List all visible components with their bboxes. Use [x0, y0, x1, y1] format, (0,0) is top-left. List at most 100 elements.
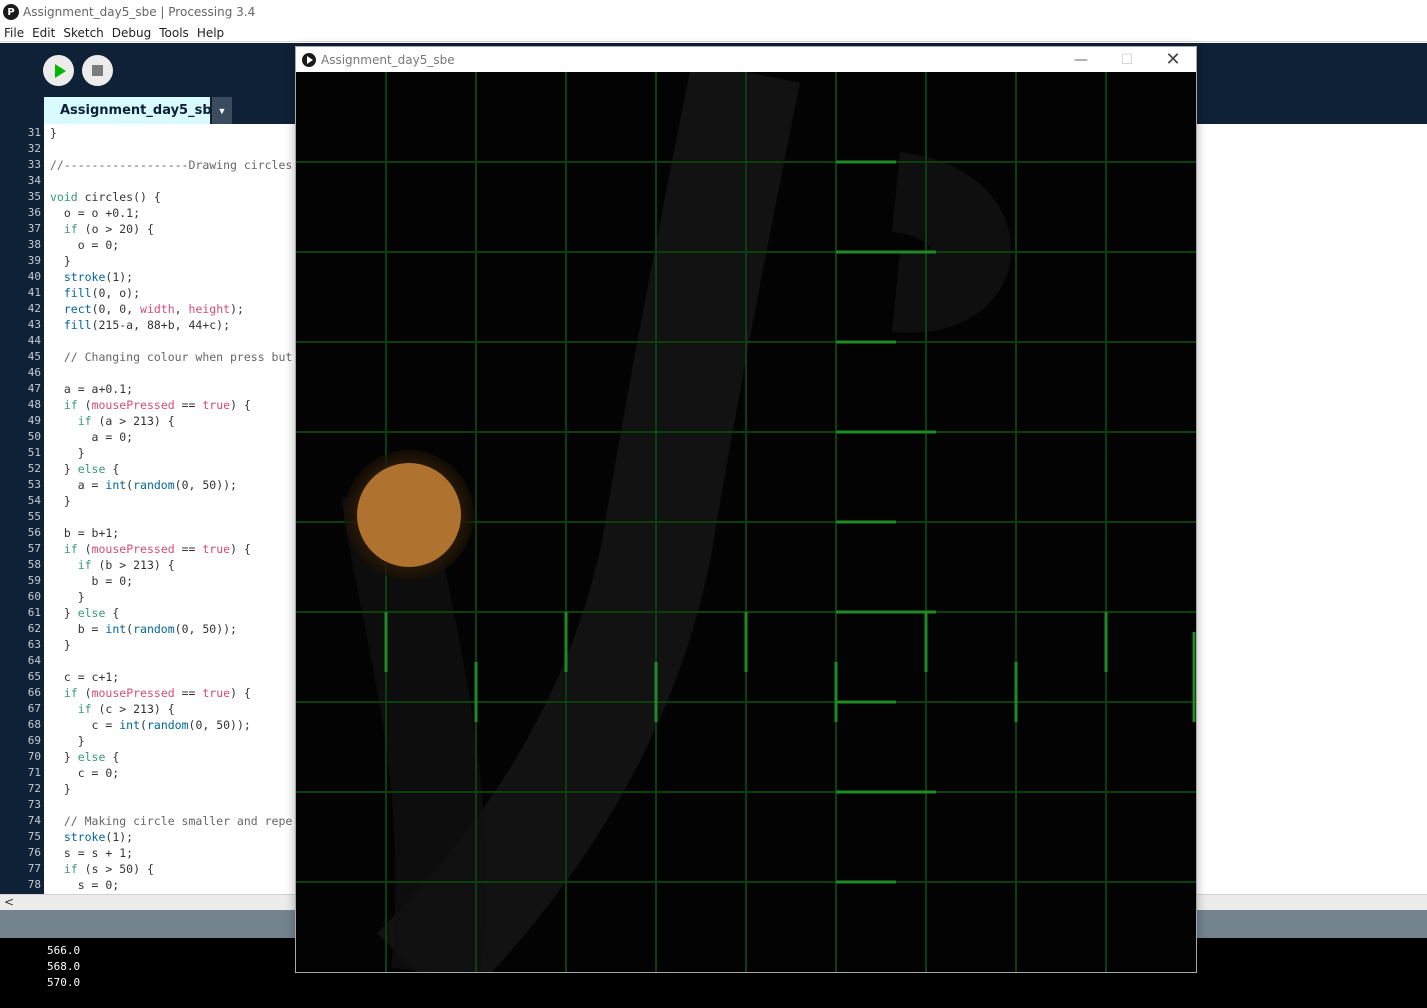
line-number: 55: [27, 510, 41, 523]
line-number: 65: [27, 670, 41, 683]
line-number-gutter: 31 32 33 34 35 36 37 38 39 40 41 42 43 44 45 46 47 48 49 50…: [0, 124, 44, 894]
line-number: 33: [27, 158, 41, 171]
line-number: 64: [27, 654, 41, 667]
menu-edit[interactable]: Edit: [28, 26, 59, 40]
line-number: 54: [27, 494, 41, 507]
menu-bar: File Edit Sketch Debug Tools Help: [0, 24, 1427, 42]
line-number: 61: [27, 606, 41, 619]
line-number: 31: [27, 126, 41, 139]
line-number: 41: [27, 286, 41, 299]
line-number: 57: [27, 542, 41, 555]
code-line[interactable]: if (mousePressed == true) {: [50, 686, 251, 700]
tab-sketch[interactable]: Assignment_day5_sbe: [44, 97, 220, 124]
code-line[interactable]: void circles() {: [50, 190, 161, 204]
code-line[interactable]: if (b > 213) {: [50, 558, 175, 572]
line-number: 62: [27, 622, 41, 635]
menu-tools[interactable]: Tools: [155, 26, 193, 40]
code-line[interactable]: fill(215-a, 88+b, 44+c);: [50, 318, 230, 332]
code-line[interactable]: }: [50, 494, 71, 508]
code-line[interactable]: if (mousePressed == true) {: [50, 398, 251, 412]
code-line[interactable]: a = 0;: [50, 430, 134, 444]
line-number: 52: [27, 462, 41, 475]
sketch-play-icon: [302, 52, 316, 67]
code-line[interactable]: }: [50, 782, 71, 796]
maximize-icon: ☐: [1120, 51, 1134, 68]
processing-ide: P Assignment_day5_sbe | Processing 3.4 F…: [0, 0, 1427, 1008]
code-line[interactable]: rect(0, 0, width, height);: [50, 302, 244, 316]
tab-menu-button[interactable]: ▼: [212, 97, 232, 124]
canvas-drawing: [296, 72, 1196, 972]
code-line[interactable]: stroke(1);: [50, 830, 133, 844]
code-line[interactable]: }: [50, 126, 57, 140]
code-line[interactable]: if (mousePressed == true) {: [50, 542, 251, 556]
scroll-left-icon[interactable]: <: [4, 895, 14, 909]
code-line[interactable]: if (o > 20) {: [50, 222, 154, 236]
line-number: 43: [27, 318, 41, 331]
stop-button[interactable]: [82, 55, 113, 86]
code-line[interactable]: // Making circle smaller and repe: [50, 814, 292, 828]
code-line[interactable]: } else {: [50, 462, 119, 476]
close-icon: ✕: [1165, 49, 1181, 70]
line-number: 45: [27, 350, 41, 363]
code-line[interactable]: a = a+0.1;: [50, 382, 133, 396]
line-number: 70: [27, 750, 41, 763]
code-area[interactable]: } //------------------Drawing circles void…: [50, 124, 300, 894]
line-number: 67: [27, 702, 41, 715]
menu-file[interactable]: File: [0, 26, 28, 40]
code-line[interactable]: a = int(random(0, 50));: [50, 478, 237, 492]
code-line[interactable]: }: [50, 638, 71, 652]
sketch-window: Assignment_day5_sbe — ☐ ✕: [295, 46, 1197, 973]
close-button[interactable]: ✕: [1150, 47, 1196, 72]
code-line[interactable]: } else {: [50, 606, 119, 620]
code-line[interactable]: }: [50, 446, 85, 460]
menu-debug[interactable]: Debug: [108, 26, 155, 40]
code-line[interactable]: c = 0;: [50, 766, 120, 780]
code-line[interactable]: if (s > 50) {: [50, 862, 154, 876]
code-line[interactable]: fill(0, o);: [50, 286, 140, 300]
menu-help[interactable]: Help: [193, 26, 228, 40]
code-line[interactable]: b = b+1;: [50, 526, 119, 540]
code-line[interactable]: o = 0;: [50, 238, 120, 252]
code-line[interactable]: if (c > 213) {: [50, 702, 175, 716]
line-number: 49: [27, 414, 41, 427]
code-line[interactable]: } else {: [50, 750, 119, 764]
line-number: 34: [27, 174, 41, 187]
play-icon: [54, 63, 66, 78]
code-line[interactable]: s = 0;: [50, 878, 120, 892]
run-button[interactable]: [43, 55, 74, 86]
line-number: 42: [27, 302, 41, 315]
line-number: 48: [27, 398, 41, 411]
code-line[interactable]: if (a > 213) {: [50, 414, 175, 428]
console-line: 568.0: [47, 960, 81, 973]
line-number: 47: [27, 382, 41, 395]
line-number: 40: [27, 270, 41, 283]
code-line[interactable]: o = o +0.1;: [50, 206, 140, 220]
orange-circle: [357, 463, 461, 567]
line-number: 77: [27, 862, 41, 875]
code-line[interactable]: c = int(random(0, 50));: [50, 718, 251, 732]
code-line[interactable]: }: [50, 734, 85, 748]
code-line[interactable]: }: [50, 590, 85, 604]
code-line[interactable]: }: [50, 254, 71, 268]
processing-logo-icon: P: [3, 4, 19, 20]
code-line[interactable]: //------------------Drawing circles: [50, 158, 292, 172]
line-number: 63: [27, 638, 41, 651]
sketch-canvas[interactable]: [296, 72, 1196, 972]
line-number: 35: [27, 190, 41, 203]
sketch-title-bar[interactable]: Assignment_day5_sbe — ☐ ✕: [296, 47, 1196, 72]
code-line[interactable]: // Changing colour when press but: [50, 350, 292, 364]
code-line[interactable]: b = 0;: [50, 574, 134, 588]
console-line: 566.0: [47, 944, 81, 957]
line-number: 37: [27, 222, 41, 235]
tab-label: Assignment_day5_sbe: [60, 103, 221, 118]
code-line[interactable]: s = s + 1;: [50, 846, 133, 860]
code-line[interactable]: b = int(random(0, 50));: [50, 622, 237, 636]
code-line[interactable]: stroke(1);: [50, 270, 133, 284]
line-number: 72: [27, 782, 41, 795]
maximize-button[interactable]: ☐: [1104, 47, 1150, 72]
line-number: 75: [27, 830, 41, 843]
code-line[interactable]: c = c+1;: [50, 670, 119, 684]
line-number: 71: [27, 766, 41, 779]
minimize-button[interactable]: —: [1058, 47, 1104, 72]
menu-sketch[interactable]: Sketch: [59, 26, 107, 40]
